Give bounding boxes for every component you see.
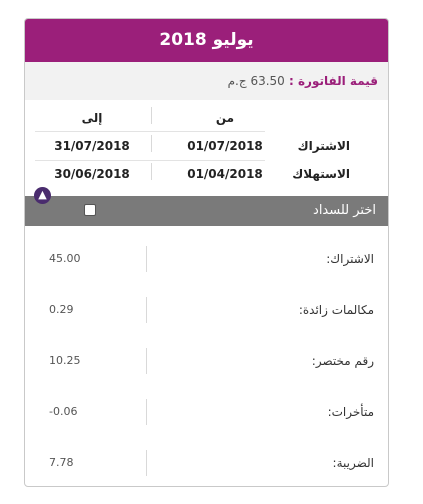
bill-amount-row: قيمة الفاتورة : 63.50 ج.م [25, 62, 388, 100]
detail-label: الضريبة: [332, 456, 374, 470]
pay-label: اختر للسداد [313, 203, 376, 218]
detail-value: -0.06 [49, 405, 78, 418]
consumption-from-date: 01/04/2018 [187, 167, 263, 181]
detail-divider [146, 450, 147, 476]
detail-value: 7.78 [49, 456, 74, 469]
detail-row-subscription: 45.00 الاشتراك: [25, 234, 388, 284]
period-table-divider [35, 131, 265, 132]
bill-amount-label: قيمة الفاتورة : [288, 74, 378, 88]
detail-value: 0.29 [49, 303, 74, 316]
pay-checkbox[interactable] [84, 204, 96, 216]
detail-label: مكالمات زائدة: [298, 303, 374, 317]
detail-divider [146, 246, 147, 272]
detail-row-tax: 7.78 الضريبة: [25, 438, 388, 486]
detail-row-short-number: 10.25 رقم مختصر: [25, 336, 388, 386]
detail-row-arrears: -0.06 متأخرات: [25, 387, 388, 437]
detail-label: متأخرات: [327, 405, 374, 419]
subscription-period-label: الاشتراك [297, 139, 350, 153]
chevron-up-icon[interactable]: ▲ [34, 187, 51, 204]
detail-value: 45.00 [49, 252, 81, 265]
consumption-period-label: الاستهلاك [292, 167, 350, 181]
bill-month-title: يوليو 2018 [25, 19, 388, 62]
subscription-from-date: 01/07/2018 [187, 139, 263, 153]
bill-card: يوليو 2018 قيمة الفاتورة : 63.50 ج.م من … [24, 18, 389, 487]
from-column-header: من [215, 111, 235, 125]
detail-value: 10.25 [49, 354, 81, 367]
period-table-divider [35, 160, 265, 161]
detail-divider [146, 399, 147, 425]
column-divider [151, 163, 152, 180]
column-divider [151, 107, 152, 124]
column-divider [151, 135, 152, 152]
subscription-to-date: 31/07/2018 [54, 139, 130, 153]
pay-selection-bar: ▲ اختر للسداد [25, 187, 388, 226]
consumption-to-date: 30/06/2018 [54, 167, 130, 181]
detail-label: رقم مختصر: [311, 354, 374, 368]
detail-row-extra-calls: 0.29 مكالمات زائدة: [25, 285, 388, 335]
detail-divider [146, 297, 147, 323]
to-column-header: إلى [81, 111, 103, 125]
bill-amount-value: 63.50 ج.م [227, 74, 285, 88]
detail-label: الاشتراك: [326, 252, 374, 266]
detail-divider [146, 348, 147, 374]
